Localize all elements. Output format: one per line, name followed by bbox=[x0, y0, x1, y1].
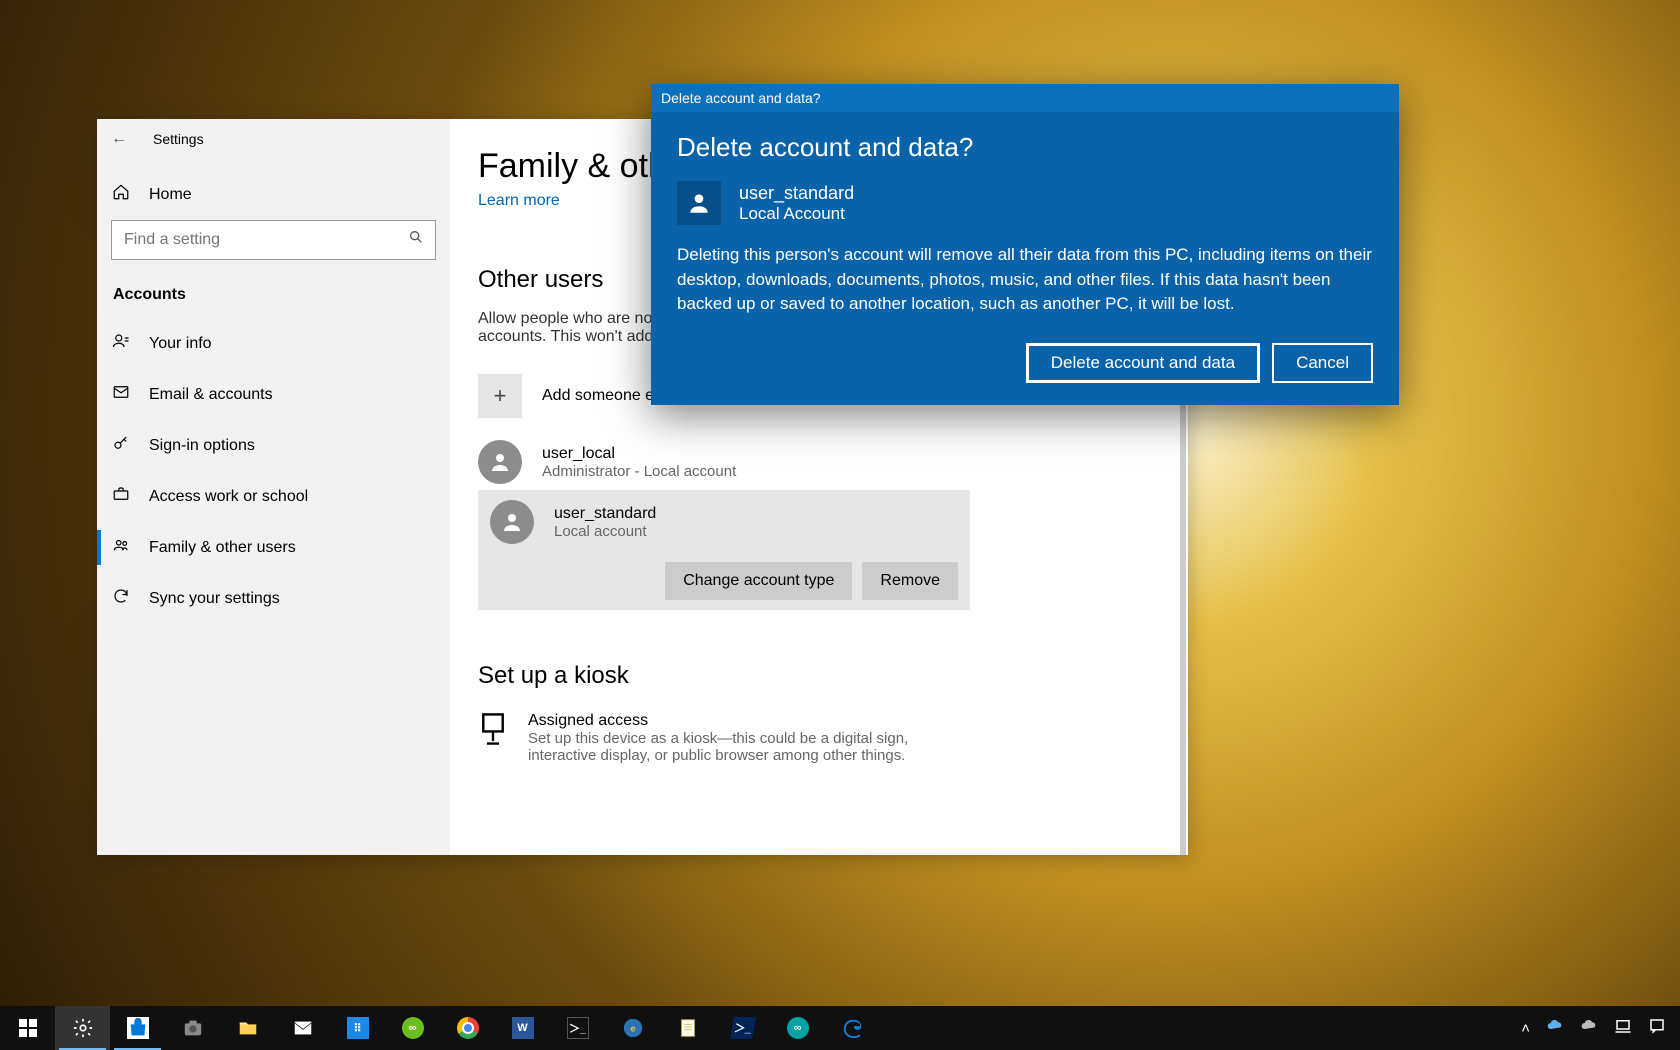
taskbar-app-blue[interactable]: ⠿ bbox=[330, 1006, 385, 1050]
taskbar-chrome[interactable] bbox=[440, 1006, 495, 1050]
sidebar-item-label: Sign-in options bbox=[149, 437, 255, 455]
window-title: Settings bbox=[153, 131, 204, 147]
taskbar-word[interactable]: W bbox=[495, 1006, 550, 1050]
search-input[interactable] bbox=[111, 220, 436, 260]
delete-confirm-button[interactable]: Delete account and data bbox=[1026, 343, 1260, 383]
mail-icon bbox=[111, 383, 131, 406]
briefcase-icon bbox=[111, 485, 131, 508]
avatar-icon bbox=[478, 440, 522, 484]
user-name: user_standard bbox=[554, 505, 656, 523]
sidebar-item-family[interactable]: Family & other users bbox=[97, 522, 450, 573]
titlebar: ← Settings bbox=[97, 119, 450, 159]
change-account-type-button[interactable]: Change account type bbox=[665, 562, 852, 600]
people-icon bbox=[111, 536, 131, 559]
learn-more-link[interactable]: Learn more bbox=[478, 192, 560, 210]
taskbar-edge-dev[interactable]: e bbox=[605, 1006, 660, 1050]
key-icon bbox=[111, 434, 131, 457]
sidebar-item-email[interactable]: Email & accounts bbox=[97, 369, 450, 420]
tray-network-icon[interactable] bbox=[1614, 1017, 1632, 1039]
svg-text:e: e bbox=[630, 1024, 635, 1034]
taskbar-mail[interactable] bbox=[275, 1006, 330, 1050]
assigned-access-label: Assigned access bbox=[528, 712, 948, 730]
dialog-heading: Delete account and data? bbox=[677, 132, 1373, 163]
dialog-user-type: Local Account bbox=[739, 204, 854, 224]
taskbar-store[interactable] bbox=[110, 1006, 165, 1050]
sidebar-nav: Your info Email & accounts Sign-in optio… bbox=[97, 318, 450, 624]
kiosk-icon bbox=[478, 712, 508, 751]
taskbar-camera[interactable] bbox=[165, 1006, 220, 1050]
plus-icon: + bbox=[478, 374, 522, 418]
taskbar-app-teal[interactable]: ∞ bbox=[770, 1006, 825, 1050]
taskbar-settings[interactable] bbox=[55, 1006, 110, 1050]
dialog-titlebar: Delete account and data? bbox=[651, 84, 1399, 112]
sidebar-item-signin[interactable]: Sign-in options bbox=[97, 420, 450, 471]
taskbar-terminal[interactable]: ＞_ bbox=[550, 1006, 605, 1050]
sidebar-item-your-info[interactable]: Your info bbox=[97, 318, 450, 369]
avatar-icon bbox=[490, 500, 534, 544]
person-icon bbox=[111, 332, 131, 355]
cancel-button[interactable]: Cancel bbox=[1272, 343, 1373, 383]
sidebar-item-home[interactable]: Home bbox=[97, 169, 450, 220]
assigned-access-row[interactable]: Assigned access Set up this device as a … bbox=[478, 706, 1188, 770]
user-row-selected[interactable]: user_standard Local account Change accou… bbox=[478, 490, 970, 610]
sidebar-item-label: Email & accounts bbox=[149, 386, 273, 404]
sidebar-item-sync[interactable]: Sync your settings bbox=[97, 573, 450, 624]
start-button[interactable] bbox=[0, 1006, 55, 1050]
dialog-user-name: user_standard bbox=[739, 183, 854, 204]
user-type: Administrator - Local account bbox=[542, 463, 736, 480]
taskbar-powershell[interactable]: ＞_ bbox=[715, 1006, 770, 1050]
tray-cloud-icon[interactable] bbox=[1580, 1017, 1598, 1039]
delete-account-dialog: Delete account and data? Delete account … bbox=[651, 84, 1399, 405]
kiosk-heading: Set up a kiosk bbox=[478, 662, 1188, 690]
sidebar-section-label: Accounts bbox=[97, 278, 450, 318]
sidebar-item-label: Family & other users bbox=[149, 539, 296, 557]
settings-sidebar: ← Settings Home Accounts Your info Email… bbox=[97, 119, 450, 855]
user-row[interactable]: user_local Administrator - Local account bbox=[478, 434, 1188, 490]
sidebar-item-work[interactable]: Access work or school bbox=[97, 471, 450, 522]
system-tray: ˄ bbox=[1507, 1006, 1680, 1050]
taskbar-edge[interactable] bbox=[825, 1006, 880, 1050]
dialog-user: user_standard Local Account bbox=[677, 181, 1373, 225]
assigned-access-desc: Set up this device as a kiosk—this could… bbox=[528, 730, 948, 764]
taskbar: ⠿ ∞ W ＞_ e ＞_ ∞ ˄ bbox=[0, 1006, 1680, 1050]
tray-action-center-icon[interactable] bbox=[1648, 1017, 1666, 1039]
home-label: Home bbox=[149, 186, 192, 204]
tray-chevron-up-icon[interactable]: ˄ bbox=[1521, 1020, 1530, 1037]
home-icon bbox=[111, 183, 131, 206]
sidebar-item-label: Sync your settings bbox=[149, 590, 280, 608]
tray-onedrive-icon[interactable] bbox=[1546, 1017, 1564, 1039]
user-type: Local account bbox=[554, 523, 656, 540]
taskbar-explorer[interactable] bbox=[220, 1006, 275, 1050]
avatar-icon bbox=[677, 181, 721, 225]
back-icon[interactable]: ← bbox=[111, 130, 127, 148]
sidebar-item-label: Access work or school bbox=[149, 488, 308, 506]
sidebar-item-label: Your info bbox=[149, 335, 212, 353]
sync-icon bbox=[111, 587, 131, 610]
taskbar-app-green[interactable]: ∞ bbox=[385, 1006, 440, 1050]
remove-button[interactable]: Remove bbox=[862, 562, 958, 600]
user-name: user_local bbox=[542, 445, 736, 463]
taskbar-notepad[interactable] bbox=[660, 1006, 715, 1050]
search-icon[interactable] bbox=[408, 229, 424, 250]
search-wrap bbox=[97, 220, 450, 278]
dialog-message: Deleting this person's account will remo… bbox=[677, 243, 1373, 317]
